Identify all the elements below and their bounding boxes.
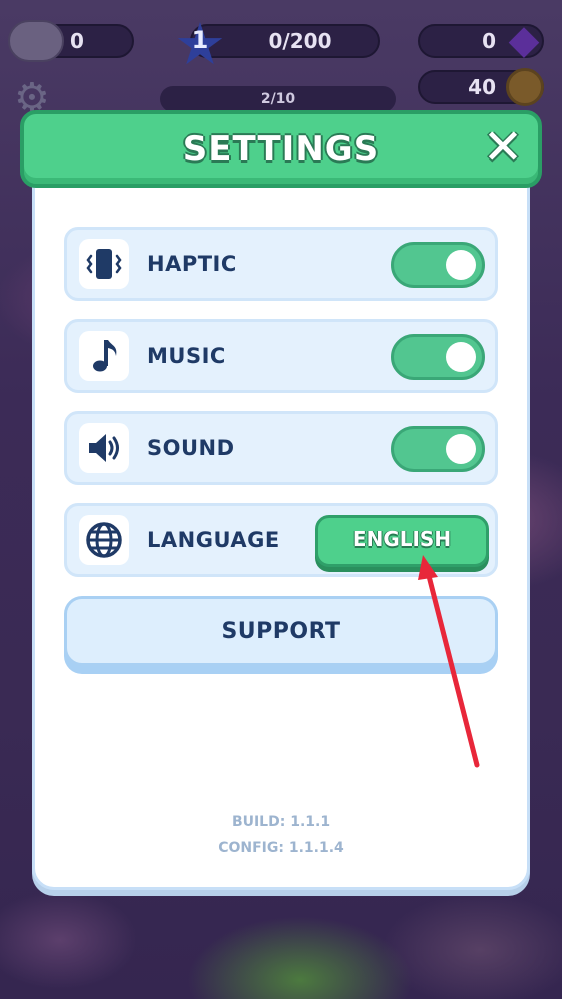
top-hud: 0 0/200 ★ 1 0 ◆ 40 2/10 ⚙ xyxy=(0,0,562,118)
config-version: CONFIG: 1.1.1.4 xyxy=(218,840,344,856)
haptic-toggle[interactable] xyxy=(391,242,485,288)
gem-icon: ◆ xyxy=(508,17,540,63)
quest-progress-text: 2/10 xyxy=(260,91,296,107)
phone-vibrate-icon xyxy=(79,239,129,289)
coins-count: 40 xyxy=(468,75,496,99)
speaker-icon xyxy=(79,423,129,473)
settings-header: SETTINGS xyxy=(20,110,542,188)
music-label: MUSIC xyxy=(147,344,226,368)
haptic-label: HAPTIC xyxy=(147,252,237,276)
close-button[interactable]: ✕ xyxy=(476,120,530,174)
support-button[interactable]: SUPPORT xyxy=(64,596,498,666)
sound-toggle[interactable] xyxy=(391,426,485,472)
haptic-toggle-knob xyxy=(446,250,476,280)
language-button[interactable]: ENGLISH xyxy=(315,515,489,567)
music-note-icon xyxy=(79,331,129,381)
language-row: LANGUAGE ENGLISH xyxy=(64,503,498,577)
quest-progress: 2/10 xyxy=(160,86,396,112)
gems-count: 0 xyxy=(482,29,496,53)
haptic-row: HAPTIC xyxy=(64,227,498,301)
coin-icon xyxy=(506,68,544,106)
sound-toggle-knob xyxy=(446,434,476,464)
friends-count: 0 xyxy=(70,29,84,53)
xp-progress: 0/200 xyxy=(268,29,332,53)
sound-row: SOUND xyxy=(64,411,498,485)
globe-icon xyxy=(79,515,129,565)
friends-avatar-icon xyxy=(8,20,64,62)
music-row: MUSIC xyxy=(64,319,498,393)
music-toggle[interactable] xyxy=(391,334,485,380)
build-version: BUILD: 1.1.1 xyxy=(231,814,331,830)
settings-title: SETTINGS xyxy=(182,129,380,169)
sound-label: SOUND xyxy=(147,436,235,460)
level-number: 1 xyxy=(191,26,209,54)
music-toggle-knob xyxy=(446,342,476,372)
language-label: LANGUAGE xyxy=(147,528,280,552)
